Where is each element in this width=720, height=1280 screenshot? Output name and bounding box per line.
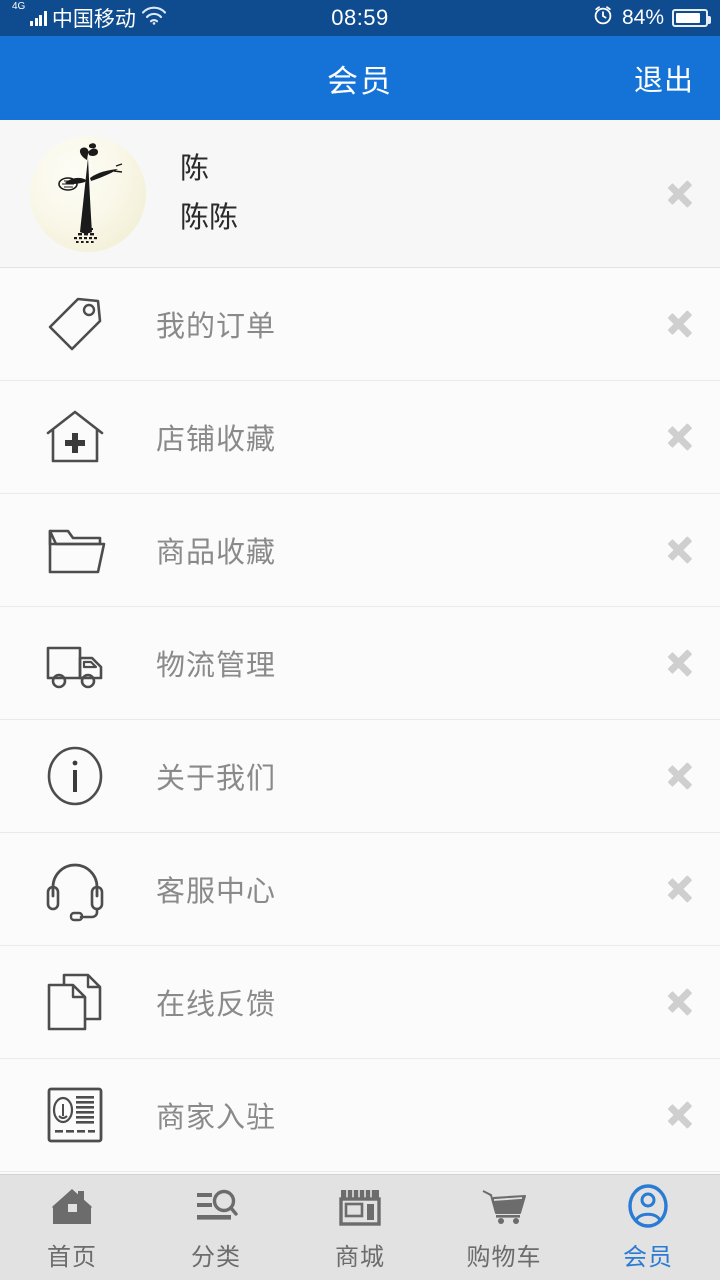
tab-label: 会员 <box>623 1243 673 1271</box>
menu-item-about-us[interactable]: 关于我们 <box>0 720 720 833</box>
menu-item-merchant-join[interactable]: 商家入驻 <box>0 1059 720 1172</box>
chevron-right-icon <box>668 754 694 798</box>
profile-name-secondary: 陈陈 <box>180 201 239 234</box>
info-circle-icon <box>40 741 110 811</box>
home-icon <box>50 1184 94 1228</box>
headset-icon <box>40 854 110 924</box>
menu-item-label: 关于我们 <box>156 763 277 795</box>
chevron-right-icon <box>668 172 694 216</box>
profile-name-primary: 陈 <box>180 152 210 185</box>
chevron-right-icon <box>668 415 694 459</box>
menu-item-store-favorites[interactable]: 店铺收藏 <box>0 381 720 494</box>
wifi-icon <box>141 5 167 31</box>
avatar[interactable] <box>30 135 146 252</box>
chevron-right-icon <box>668 1093 694 1137</box>
network-type-label: 4G <box>12 1 26 12</box>
tab-category[interactable]: 分类 <box>144 1175 288 1280</box>
carrier-label: 中国移动 <box>51 8 136 31</box>
status-bar: 4G 中国移动 08:59 84% <box>0 0 720 36</box>
menu-item-label: 我的订单 <box>156 311 277 343</box>
tab-member[interactable]: 会员 <box>576 1175 720 1280</box>
folder-icon <box>40 515 110 585</box>
app-screen: 4G 中国移动 08:59 84% 会员 退出 陈 陈陈 我的订单 店铺收藏 商… <box>0 0 720 1280</box>
menu-item-label: 商家入驻 <box>156 1102 277 1134</box>
storefront-icon <box>338 1184 382 1228</box>
chevron-right-icon <box>668 867 694 911</box>
menu-item-label: 客服中心 <box>156 876 277 908</box>
menu-item-label: 物流管理 <box>156 650 277 682</box>
menu-item-label: 店铺收藏 <box>156 424 277 456</box>
profile-names: 陈 陈陈 <box>180 152 239 234</box>
chevron-right-icon <box>668 528 694 572</box>
tab-home[interactable]: 首页 <box>0 1175 144 1280</box>
tab-label: 首页 <box>47 1243 97 1271</box>
user-circle-icon <box>626 1183 670 1228</box>
menu-item-label: 在线反馈 <box>156 989 277 1021</box>
signal-strength-icon <box>30 10 47 26</box>
chevron-right-icon <box>668 641 694 685</box>
bottom-tab-bar: 首页 分类 商城 购物车 会员 <box>0 1174 720 1280</box>
status-bar-right: 84% <box>592 4 711 32</box>
tab-mall[interactable]: 商城 <box>288 1175 432 1280</box>
profile-row[interactable]: 陈 陈陈 <box>0 120 720 268</box>
cart-icon <box>480 1184 528 1228</box>
tab-label: 商城 <box>335 1243 385 1271</box>
truck-icon <box>40 628 110 698</box>
menu-item-logistics[interactable]: 物流管理 <box>0 607 720 720</box>
menu-item-product-favorites[interactable]: 商品收藏 <box>0 494 720 607</box>
page-title: 会员 <box>327 63 393 99</box>
alarm-icon <box>592 4 614 32</box>
menu-item-online-feedback[interactable]: 在线反馈 <box>0 946 720 1059</box>
tab-label: 购物车 <box>466 1243 542 1271</box>
chevron-right-icon <box>668 980 694 1024</box>
avatar-ink-tree-icon <box>58 142 123 243</box>
house-plus-icon <box>40 402 110 472</box>
content-scroll[interactable]: 陈 陈陈 我的订单 店铺收藏 商品收藏 物流管理 关于我们 客服中心 在线反馈 … <box>0 120 720 1174</box>
status-bar-left: 4G 中国移动 <box>12 1 167 33</box>
battery-percent-label: 84% <box>621 6 664 29</box>
menu-item-my-orders[interactable]: 我的订单 <box>0 268 720 381</box>
category-search-icon <box>193 1184 239 1228</box>
id-card-icon <box>40 1080 110 1150</box>
tag-icon <box>40 289 110 359</box>
battery-icon <box>672 9 711 27</box>
tab-cart[interactable]: 购物车 <box>432 1175 576 1280</box>
menu-item-customer-service[interactable]: 客服中心 <box>0 833 720 946</box>
tab-label: 分类 <box>191 1243 241 1271</box>
documents-icon <box>40 967 110 1037</box>
nav-bar: 会员 退出 <box>0 36 720 120</box>
chevron-right-icon <box>668 302 694 346</box>
menu-item-label: 商品收藏 <box>156 537 277 569</box>
logout-button[interactable]: 退出 <box>634 57 694 99</box>
